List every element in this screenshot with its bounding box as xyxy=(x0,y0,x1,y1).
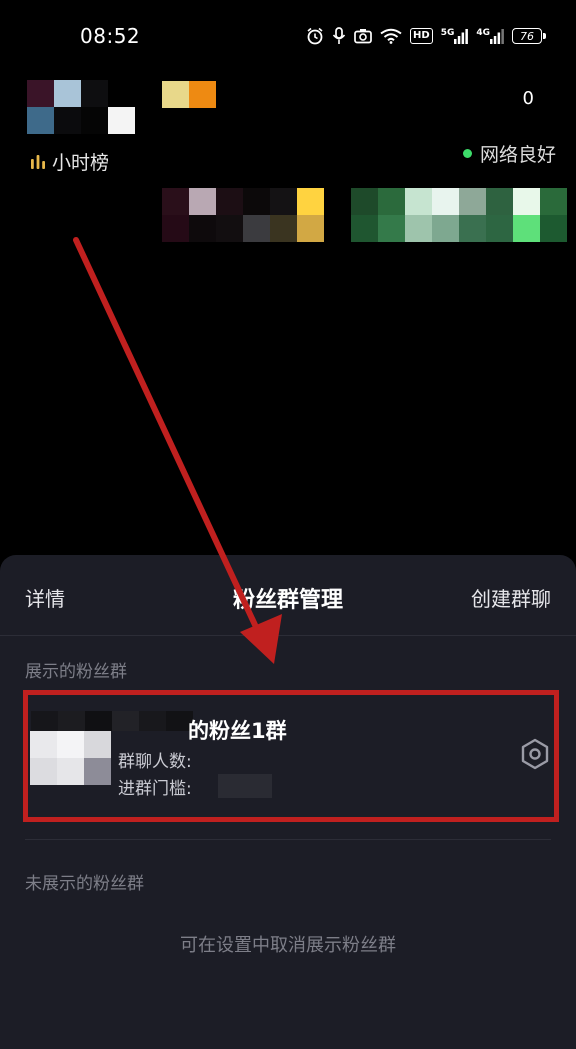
fan-group-card[interactable]: 的粉丝1群 群聊人数: 进群门槛: xyxy=(23,690,559,822)
shown-groups-heading: 展示的粉丝群 xyxy=(25,662,127,682)
signal-icon xyxy=(454,29,469,44)
status-bar: 08:52 HD 5G 4G 76 xyxy=(0,0,576,72)
wifi-icon xyxy=(380,28,402,44)
signal-icon-secondary xyxy=(490,29,504,44)
status-time: 08:52 xyxy=(80,24,141,48)
alarm-icon xyxy=(307,27,323,45)
battery-level: 76 xyxy=(520,29,534,43)
hidden-groups-heading: 未展示的粉丝群 xyxy=(25,874,144,894)
hd-voice-badge: HD xyxy=(410,28,433,44)
hourly-rank-label: 小时榜 xyxy=(52,152,110,174)
network-ok-dot xyxy=(462,149,472,158)
network-4g-label: 4G xyxy=(476,28,490,38)
gift-banner-pixelated xyxy=(162,188,324,242)
hidden-groups-empty-hint: 可在设置中取消展示粉丝群 xyxy=(180,935,396,956)
group-name: 的粉丝1群 xyxy=(188,719,287,743)
group-members-label: 群聊人数: xyxy=(118,752,192,772)
bar-chart-icon xyxy=(31,154,45,169)
section-divider xyxy=(25,839,551,840)
create-group-chat-button[interactable]: 创建群聊 xyxy=(471,583,551,612)
group-avatar-pixelated xyxy=(30,731,111,785)
fan-group-sheet: 详情 粉丝群管理 创建群聊 展示的粉丝群 的粉丝1群 群聊人数: 进群门槛: 未… xyxy=(0,555,576,1049)
sheet-header: 详情 粉丝群管理 创建群聊 xyxy=(0,555,576,636)
status-icons: HD 5G 4G 76 xyxy=(306,24,546,48)
host-badge-pixelated xyxy=(162,81,216,108)
network-5g-label: 5G xyxy=(440,28,455,38)
viewer-count[interactable]: 0 xyxy=(523,88,534,109)
camera-icon xyxy=(354,29,372,44)
microphone-icon xyxy=(332,27,346,44)
network-status-label: 网络良好 xyxy=(479,144,556,166)
hourly-rank-button[interactable]: 小时榜 xyxy=(30,148,109,175)
gift-banner-pixelated-2 xyxy=(351,188,567,242)
group-owner-name-pixelated xyxy=(31,711,193,731)
threshold-value-pixelated xyxy=(218,774,272,798)
live-room-screen: 08:52 HD 5G 4G 76 0 小时榜 网络良好 详情 粉丝群管理 创建… xyxy=(0,0,576,1049)
gear-icon[interactable] xyxy=(518,737,552,771)
group-threshold-label: 进群门槛: xyxy=(118,779,192,799)
network-status: 网络良好 xyxy=(462,140,556,167)
battery-icon: 76 xyxy=(512,28,546,44)
host-avatar-pixelated[interactable] xyxy=(27,80,135,134)
